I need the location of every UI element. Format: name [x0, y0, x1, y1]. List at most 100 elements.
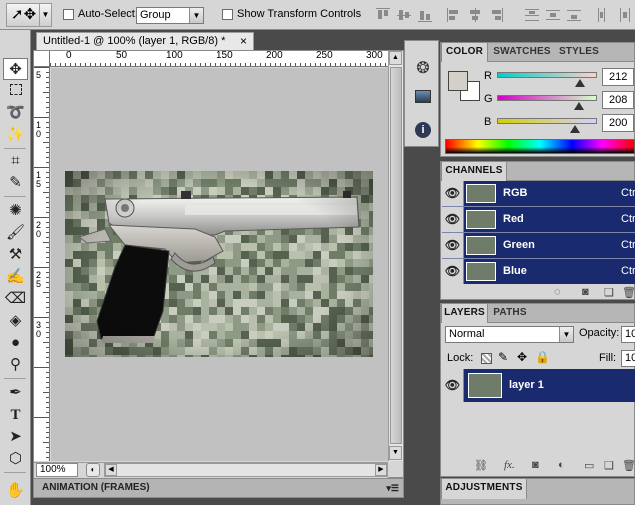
layer-row[interactable]: 👁 layer 1 — [442, 369, 635, 402]
eraser-tool-icon[interactable]: ⌫ — [3, 288, 28, 310]
scroll-down-icon[interactable]: ▼ — [389, 446, 402, 460]
color-slider-r[interactable] — [497, 72, 597, 78]
animation-panel-header[interactable]: ANIMATION (FRAMES) ▾☰ — [33, 478, 404, 498]
new-group-icon[interactable]: ▭ — [584, 459, 594, 472]
new-layer-icon[interactable]: ❑ — [604, 459, 614, 472]
color-slider-b[interactable] — [497, 118, 597, 124]
save-selection-icon[interactable]: ◙ — [582, 286, 589, 298]
layer-mask-icon[interactable]: ◙ — [532, 459, 539, 471]
clone-stamp-tool-icon[interactable]: ⚒ — [3, 244, 28, 266]
distribute-vcenter-icon[interactable] — [546, 8, 560, 22]
tab-swatches[interactable]: SWATCHES — [489, 43, 555, 62]
align-bottom-icon[interactable] — [418, 8, 432, 22]
foreground-color-swatch[interactable] — [448, 71, 468, 91]
color-spectrum-ramp[interactable] — [445, 139, 635, 154]
eye-icon[interactable]: 👁 — [442, 233, 464, 258]
tab-adjustments[interactable]: ADJUSTMENTS — [441, 479, 527, 499]
link-layers-icon[interactable]: ⛓ — [474, 459, 488, 472]
marquee-tool-icon[interactable] — [3, 80, 28, 102]
type-tool-icon[interactable]: T — [3, 404, 28, 426]
tab-color[interactable]: COLOR — [441, 43, 488, 62]
align-top-icon[interactable] — [376, 8, 390, 22]
scroll-left-icon[interactable]: ◀ — [105, 464, 117, 476]
blur-tool-icon[interactable]: ● — [3, 332, 28, 354]
path-selection-tool-icon[interactable]: ➤ — [3, 426, 28, 448]
show-transform-checkbox[interactable] — [222, 9, 233, 20]
history-brush-tool-icon[interactable]: ✍ — [3, 266, 28, 288]
move-tool-icon[interactable]: ✥ — [3, 58, 28, 80]
canvas-image[interactable] — [65, 171, 373, 357]
lasso-tool-icon[interactable]: ➰ — [3, 102, 28, 124]
lock-all-icon[interactable]: 🔒 — [535, 350, 550, 364]
distribute-top-icon[interactable] — [525, 8, 539, 22]
scroll-right-icon[interactable]: ▶ — [375, 464, 387, 476]
opacity-field[interactable]: 10 — [621, 326, 635, 343]
align-left-icon[interactable] — [447, 8, 461, 22]
color-slider-g[interactable] — [497, 95, 597, 101]
tab-layers[interactable]: LAYERS — [441, 304, 488, 323]
layer-style-icon[interactable]: fx. — [504, 459, 515, 471]
dodge-tool-icon[interactable]: ⚲ — [3, 354, 28, 376]
channel-row-green[interactable]: 👁 Green Ctr — [442, 233, 635, 258]
channel-row-blue[interactable]: 👁 Blue Ctr — [442, 259, 635, 284]
crop-tool-icon[interactable]: ⌗ — [3, 150, 28, 172]
tab-paths[interactable]: PATHS — [489, 304, 531, 323]
panel-menu-icon[interactable]: ▾☰ — [386, 479, 399, 497]
scroll-thumb[interactable] — [390, 67, 402, 444]
shape-tool-icon[interactable]: ⬡ — [3, 448, 28, 470]
delete-channel-icon[interactable]: 🗑 — [622, 286, 635, 299]
adjustment-layer-icon[interactable]: ◐ — [558, 459, 565, 471]
blend-mode-dropdown[interactable]: Normal ▼ — [445, 326, 574, 343]
align-hcenter-icon[interactable] — [468, 8, 482, 22]
auto-select-checkbox[interactable] — [63, 9, 74, 20]
eye-icon[interactable]: 👁 — [442, 259, 464, 284]
tab-styles[interactable]: STYLES — [555, 43, 603, 62]
fill-field[interactable]: 10 — [621, 350, 635, 367]
channel-value-b[interactable]: 200 — [602, 114, 634, 132]
distribute-hcenter-icon[interactable] — [618, 8, 632, 22]
eyedropper-tool-icon[interactable]: ✎ — [3, 172, 28, 194]
scroll-up-icon[interactable]: ▲ — [389, 51, 402, 65]
pen-tool-icon[interactable]: ✒ — [3, 382, 28, 404]
navigator-icon[interactable]: ❂ — [413, 59, 433, 79]
new-channel-icon[interactable]: ❑ — [604, 286, 614, 299]
brush-tool-icon[interactable]: 🖌 — [3, 222, 28, 244]
distribute-left-icon[interactable] — [597, 8, 611, 22]
close-icon[interactable]: × — [240, 33, 247, 50]
align-right-icon[interactable] — [489, 8, 503, 22]
tab-channels[interactable]: CHANNELS — [441, 162, 507, 181]
slider-knob[interactable] — [573, 102, 584, 110]
delete-layer-icon[interactable]: 🗑 — [622, 459, 635, 472]
channel-value-r[interactable]: 212 — [602, 68, 634, 86]
histogram-icon[interactable] — [413, 89, 433, 109]
distribute-bottom-icon[interactable] — [567, 8, 581, 22]
channel-value-g[interactable]: 208 — [602, 91, 634, 109]
slider-knob[interactable] — [575, 79, 586, 87]
paint-bucket-tool-icon[interactable]: ◈ — [3, 310, 28, 332]
eye-icon[interactable]: 👁 — [442, 207, 464, 232]
horizontal-scrollbar[interactable]: ◀ ▶ — [104, 463, 388, 477]
document-tab[interactable]: Untitled-1 @ 100% (layer 1, RGB/8) * × — [36, 32, 254, 50]
slider-knob[interactable] — [570, 125, 581, 133]
load-channel-selection-icon[interactable]: ◌ — [554, 286, 561, 298]
info-icon[interactable]: i — [413, 119, 433, 139]
zoom-field[interactable]: 100% — [36, 463, 78, 477]
status-menu-icon[interactable]: ◐ — [86, 463, 100, 477]
auto-select-dropdown[interactable]: Group ▼ — [136, 7, 204, 24]
eye-icon[interactable]: 👁 — [442, 369, 464, 402]
align-vcenter-icon[interactable] — [397, 8, 411, 22]
channel-row-rgb[interactable]: 👁 RGB Ctr — [442, 181, 635, 206]
vertical-ruler[interactable]: 5 10 15 20 25 30 — [34, 67, 50, 461]
vertical-scrollbar[interactable]: ▲ ▼ — [388, 51, 403, 461]
ruler-origin[interactable] — [34, 51, 50, 67]
channel-row-red[interactable]: 👁 Red Ctr — [442, 207, 635, 232]
horizontal-ruler[interactable]: 0 50 100 150 200 250 300 — [50, 51, 388, 67]
eye-icon[interactable]: 👁 — [442, 181, 464, 206]
lock-pixels-icon[interactable]: ✎ — [498, 350, 508, 364]
magic-wand-tool-icon[interactable]: ✨ — [3, 124, 28, 146]
lock-transparent-icon[interactable] — [481, 353, 492, 364]
tool-preset-picker[interactable]: ➚✥ ▼ — [6, 3, 52, 27]
lock-position-icon[interactable]: ✥ — [517, 350, 527, 364]
hand-tool-icon[interactable]: ✋ — [3, 480, 28, 502]
healing-brush-tool-icon[interactable]: ✺ — [3, 200, 28, 222]
